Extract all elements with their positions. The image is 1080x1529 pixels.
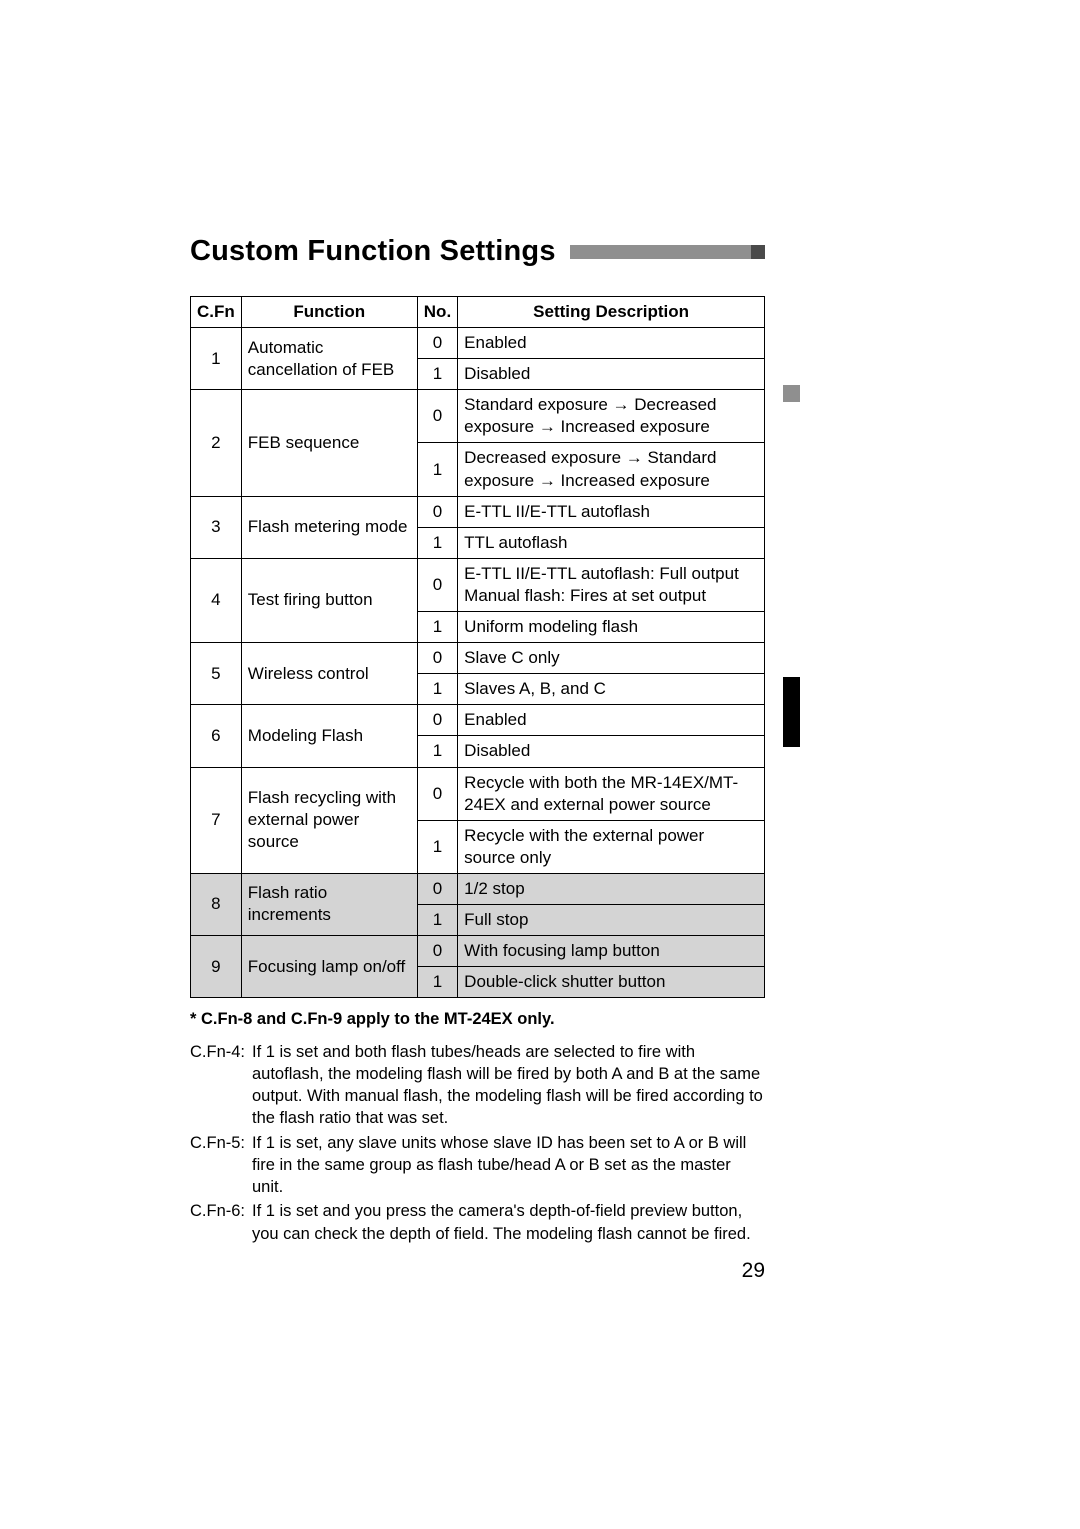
cell-no: 1: [417, 359, 457, 390]
footnote-label: C.Fn-4:: [190, 1041, 252, 1130]
custom-function-table: C.Fn Function No. Setting Description 1A…: [190, 296, 765, 998]
cell-cfn: 5: [191, 643, 242, 705]
table-row: 9Focusing lamp on/off0With focusing lamp…: [191, 936, 765, 967]
cell-function: Modeling Flash: [241, 705, 417, 767]
footnote-item: C.Fn-4:If 1 is set and both flash tubes/…: [190, 1041, 765, 1130]
cell-desc: Uniform modeling flash: [458, 612, 765, 643]
table-row: 7Flash recycling with external power sou…: [191, 767, 765, 820]
cell-desc: Decreased exposure → Standard exposure →…: [458, 443, 765, 496]
title-row: Custom Function Settings: [190, 235, 765, 268]
title-bar-icon: [570, 245, 765, 259]
cell-desc: Slave C only: [458, 643, 765, 674]
cell-function: Test firing button: [241, 558, 417, 642]
cell-function: Wireless control: [241, 643, 417, 705]
cell-no: 0: [417, 328, 457, 359]
table-row: 5Wireless control0Slave C only: [191, 643, 765, 674]
table-row: 3Flash metering mode0E-TTL II/E-TTL auto…: [191, 496, 765, 527]
side-tab-grey: [783, 385, 800, 402]
cell-function: Flash ratio increments: [241, 873, 417, 935]
cell-no: 1: [417, 820, 457, 873]
table-row: 1Automatic cancellation of FEB0Enabled: [191, 328, 765, 359]
footnote-item: C.Fn-5:If 1 is set, any slave units whos…: [190, 1132, 765, 1199]
cell-desc: E-TTL II/E-TTL autoflash: [458, 496, 765, 527]
cell-desc: With focusing lamp button: [458, 936, 765, 967]
cell-no: 1: [417, 443, 457, 496]
table-row: 4Test firing button0E-TTL II/E-TTL autof…: [191, 558, 765, 611]
page-content: Custom Function Settings C.Fn Function N…: [190, 235, 765, 1247]
cell-no: 1: [417, 674, 457, 705]
cell-function: Flash metering mode: [241, 496, 417, 558]
header-no: No.: [417, 297, 457, 328]
cell-desc: Double-click shutter button: [458, 967, 765, 998]
cell-no: 1: [417, 904, 457, 935]
cell-no: 0: [417, 936, 457, 967]
cell-cfn: 9: [191, 936, 242, 998]
cell-cfn: 2: [191, 390, 242, 496]
cell-desc: Enabled: [458, 705, 765, 736]
page-number: 29: [742, 1259, 765, 1283]
cell-cfn: 4: [191, 558, 242, 642]
cell-no: 0: [417, 496, 457, 527]
cell-no: 1: [417, 527, 457, 558]
footnotes: * C.Fn-8 and C.Fn-9 apply to the MT-24EX…: [190, 1008, 765, 1245]
cell-no: 1: [417, 736, 457, 767]
cell-desc: Full stop: [458, 904, 765, 935]
cell-desc: Recycle with the external power source o…: [458, 820, 765, 873]
header-desc: Setting Description: [458, 297, 765, 328]
cell-no: 0: [417, 390, 457, 443]
cell-cfn: 1: [191, 328, 242, 390]
cell-desc: E-TTL II/E-TTL autoflash: Full output Ma…: [458, 558, 765, 611]
footnote-label: C.Fn-6:: [190, 1200, 252, 1245]
footnote-text: If 1 is set and you press the camera's d…: [252, 1200, 765, 1245]
cell-function: Focusing lamp on/off: [241, 936, 417, 998]
cell-no: 0: [417, 873, 457, 904]
footnote-label: C.Fn-5:: [190, 1132, 252, 1199]
cell-cfn: 8: [191, 873, 242, 935]
cell-function: Automatic cancellation of FEB: [241, 328, 417, 390]
header-function: Function: [241, 297, 417, 328]
footnote-star: * C.Fn-8 and C.Fn-9 apply to the MT-24EX…: [190, 1008, 765, 1030]
table-row: 6Modeling Flash0Enabled: [191, 705, 765, 736]
footnote-text: If 1 is set and both flash tubes/heads a…: [252, 1041, 765, 1130]
cell-no: 0: [417, 558, 457, 611]
cell-desc: Enabled: [458, 328, 765, 359]
table-row: 2FEB sequence0Standard exposure → Decrea…: [191, 390, 765, 443]
cell-cfn: 6: [191, 705, 242, 767]
cell-cfn: 7: [191, 767, 242, 873]
cell-desc: Recycle with both the MR-14EX/MT-24EX an…: [458, 767, 765, 820]
table-row: 8Flash ratio increments01/2 stop: [191, 873, 765, 904]
cell-no: 0: [417, 705, 457, 736]
cell-desc: Slaves A, B, and C: [458, 674, 765, 705]
page-title: Custom Function Settings: [190, 235, 556, 268]
header-cfn: C.Fn: [191, 297, 242, 328]
cell-no: 1: [417, 967, 457, 998]
cell-function: Flash recycling with external power sour…: [241, 767, 417, 873]
cell-function: FEB sequence: [241, 390, 417, 496]
footnote-text: If 1 is set, any slave units whose slave…: [252, 1132, 765, 1199]
cell-desc: Disabled: [458, 359, 765, 390]
cell-desc: 1/2 stop: [458, 873, 765, 904]
cell-desc: Disabled: [458, 736, 765, 767]
side-tab-black: [783, 677, 800, 747]
cell-cfn: 3: [191, 496, 242, 558]
table-header-row: C.Fn Function No. Setting Description: [191, 297, 765, 328]
cell-desc: Standard exposure → Decreased exposure →…: [458, 390, 765, 443]
cell-no: 1: [417, 612, 457, 643]
cell-no: 0: [417, 767, 457, 820]
cell-no: 0: [417, 643, 457, 674]
cell-desc: TTL autoflash: [458, 527, 765, 558]
footnote-item: C.Fn-6:If 1 is set and you press the cam…: [190, 1200, 765, 1245]
